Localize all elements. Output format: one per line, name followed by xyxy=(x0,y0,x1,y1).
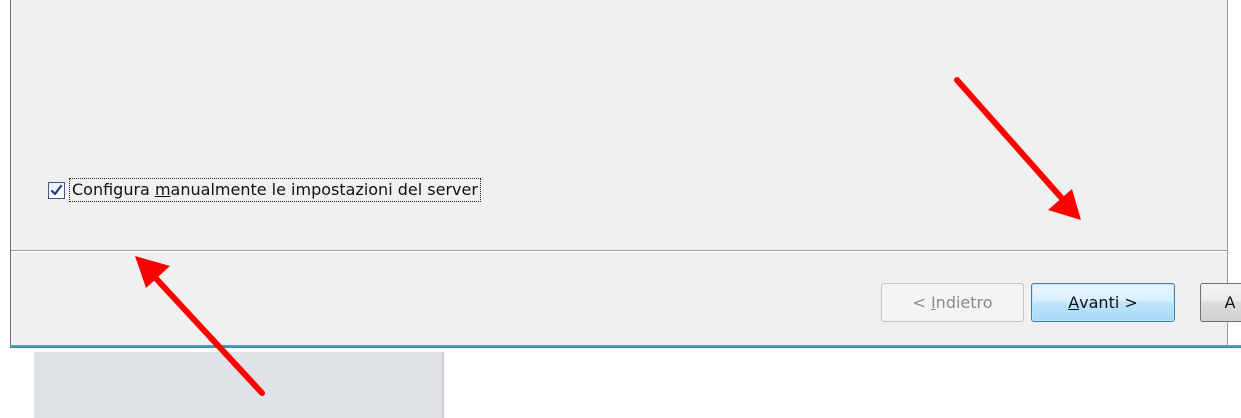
screenshot: Configura manualmente le impostazioni de… xyxy=(0,0,1241,418)
cancel-button[interactable]: A xyxy=(1200,283,1241,322)
window-left-edge xyxy=(0,0,10,350)
button-area-separator xyxy=(11,250,1227,252)
manual-settings-checkbox[interactable] xyxy=(48,181,65,199)
manual-settings-checkbox-row[interactable]: Configura manualmente le impostazioni de… xyxy=(48,177,481,203)
dialog-bottom-border xyxy=(10,345,1241,348)
next-button[interactable]: Avanti > xyxy=(1031,283,1175,322)
background-window-panel xyxy=(34,352,444,418)
manual-settings-checkbox-label[interactable]: Configura manualmente le impostazioni de… xyxy=(69,178,481,202)
back-button[interactable]: < Indietro xyxy=(881,283,1024,322)
checkmark-icon xyxy=(50,184,63,195)
